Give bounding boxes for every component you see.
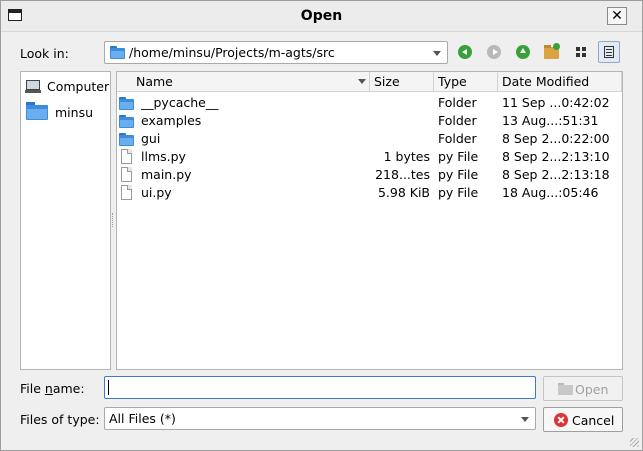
file-icon xyxy=(121,167,132,182)
file-name-label-part: ame: xyxy=(52,381,85,396)
cell-type: Folder xyxy=(438,95,477,110)
resize-grip[interactable] xyxy=(630,438,639,447)
file-name-input[interactable] xyxy=(104,376,536,399)
open-folder-icon xyxy=(558,383,573,395)
forward-icon[interactable] xyxy=(483,41,505,63)
sort-indicator-icon xyxy=(358,79,366,84)
file-list: Name Size Type Date Modified __pycache__… xyxy=(116,71,623,370)
chevron-down-icon xyxy=(433,51,441,56)
folder-icon xyxy=(119,97,134,110)
cell-name: llms.py xyxy=(141,149,186,164)
column-header-date-modified[interactable]: Date Modified xyxy=(498,72,622,92)
folder-icon xyxy=(119,133,134,146)
cancel-icon xyxy=(554,413,568,427)
table-row[interactable]: examples Folder 13 Aug...:51:31 xyxy=(117,112,622,130)
cell-name: main.py xyxy=(141,167,192,182)
open-button-label: Open xyxy=(575,382,609,397)
file-icon xyxy=(121,185,132,200)
look-in-combo[interactable]: /home/minsu/Projects/m-agts/src xyxy=(104,41,448,64)
folder-icon xyxy=(119,115,134,128)
cell-date: 11 Sep ...0:42:02 xyxy=(502,95,610,110)
column-header-label: Name xyxy=(136,74,173,89)
file-type-combo[interactable]: All Files (*) xyxy=(104,407,536,430)
cell-date: 13 Aug...:51:31 xyxy=(502,113,599,128)
folder-icon xyxy=(110,46,125,59)
splitter-handle[interactable] xyxy=(112,213,115,227)
table-row[interactable]: main.py 218...tes py File 8 Sep 2...2:13:18 xyxy=(117,166,622,184)
sidebar-item-minsu[interactable]: minsu xyxy=(25,102,109,122)
file-name-label-part: File xyxy=(20,381,45,396)
open-file-dialog: Open ✕ Look in: /home/minsu/Projects/m-a… xyxy=(0,0,643,451)
sidebar-item-computer[interactable]: Computer xyxy=(25,78,109,98)
sidebar: Computer minsu xyxy=(20,71,111,370)
detail-view-icon[interactable] xyxy=(598,41,620,63)
look-in-path: /home/minsu/Projects/m-agts/src xyxy=(129,45,335,60)
cancel-button[interactable]: Cancel xyxy=(543,407,623,432)
cell-size: 5.98 KiB xyxy=(377,185,430,200)
column-header-size[interactable]: Size xyxy=(370,72,434,92)
cell-name: examples xyxy=(141,113,202,128)
close-button[interactable]: ✕ xyxy=(607,7,627,25)
look-in-label: Look in: xyxy=(20,46,69,61)
cell-type: py File xyxy=(438,149,479,164)
new-folder-icon[interactable] xyxy=(541,41,563,63)
table-row[interactable]: llms.py 1 bytes py File 8 Sep 2...2:13:10 xyxy=(117,148,622,166)
back-icon[interactable] xyxy=(454,41,476,63)
computer-icon xyxy=(26,80,40,90)
cell-type: py File xyxy=(438,185,479,200)
cell-name: __pycache__ xyxy=(141,95,219,110)
column-header-label: Date Modified xyxy=(502,74,590,89)
cell-type: py File xyxy=(438,167,479,182)
list-view-icon[interactable] xyxy=(570,41,592,63)
cell-size: 218...tes xyxy=(375,167,430,182)
open-button[interactable]: Open xyxy=(543,376,623,401)
files-of-type-label: Files of type: xyxy=(20,412,100,427)
cell-type: Folder xyxy=(438,113,477,128)
text-cursor xyxy=(108,380,109,395)
sidebar-item-label: minsu xyxy=(55,105,94,120)
file-name-label: File name: xyxy=(20,381,85,396)
cancel-button-label: Cancel xyxy=(572,413,615,428)
file-name-label-mnemonic: n xyxy=(44,381,53,396)
cell-date: 8 Sep 2...2:13:18 xyxy=(502,167,610,182)
sidebar-item-label: Computer xyxy=(47,79,110,94)
column-header-label: Size xyxy=(374,74,400,89)
dialog-title: Open xyxy=(300,8,343,24)
cell-date: 18 Aug...:05:46 xyxy=(502,185,599,200)
cell-date: 8 Sep 2...2:13:10 xyxy=(502,149,610,164)
chevron-down-icon xyxy=(521,417,529,422)
column-header-name[interactable]: Name xyxy=(117,72,370,92)
file-type-value: All Files (*) xyxy=(109,411,176,426)
file-icon xyxy=(121,149,132,164)
cell-name: gui xyxy=(141,131,161,146)
parent-directory-icon[interactable] xyxy=(512,41,534,63)
table-row[interactable]: gui Folder 8 Sep 2...0:22:00 xyxy=(117,130,622,148)
column-header-label: Type xyxy=(438,74,467,89)
column-header-type[interactable]: Type xyxy=(434,72,498,92)
folder-icon xyxy=(26,102,48,120)
cell-size: 1 bytes xyxy=(383,149,430,164)
table-row[interactable]: __pycache__ Folder 11 Sep ...0:42:02 xyxy=(117,94,622,112)
cell-date: 8 Sep 2...0:22:00 xyxy=(502,131,610,146)
cell-name: ui.py xyxy=(141,185,172,200)
cell-type: Folder xyxy=(438,131,477,146)
title-bar: Open ✕ xyxy=(1,1,642,32)
table-row[interactable]: ui.py 5.98 KiB py File 18 Aug...:05:46 xyxy=(117,184,622,202)
